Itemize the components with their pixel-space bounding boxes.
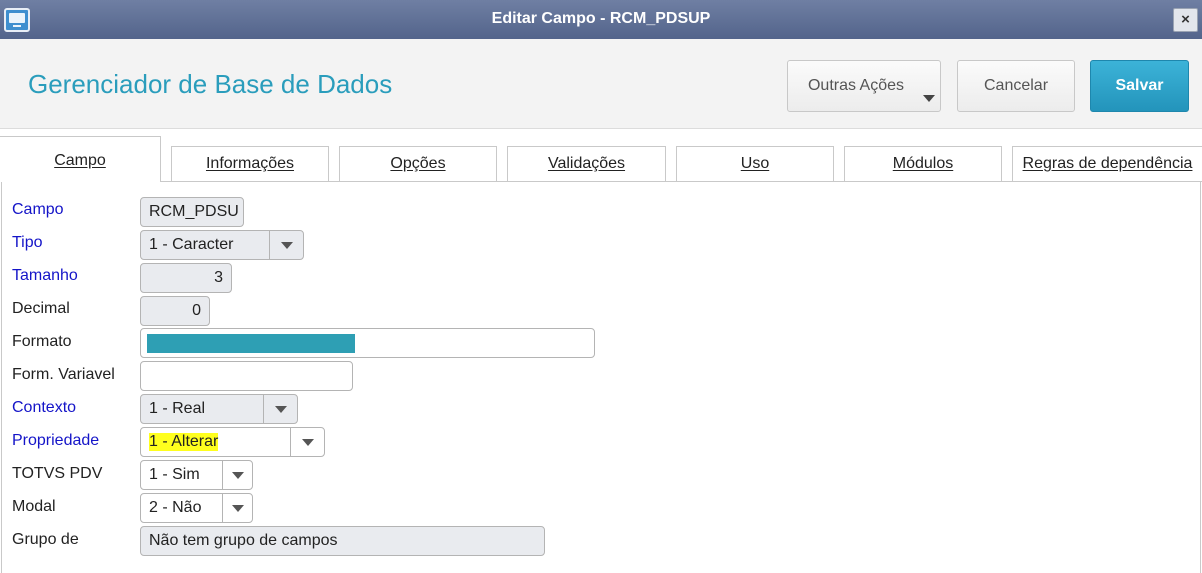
contexto-value: 1 - Real (149, 400, 206, 417)
tab-validacoes[interactable]: Validações (507, 146, 666, 182)
modal-dropdown-button[interactable] (222, 494, 252, 522)
form-variavel-label: Form. Variavel (12, 366, 115, 383)
campo-field[interactable]: RCM_PDSU (140, 197, 244, 227)
modal-select[interactable]: 2 - Não (140, 493, 253, 523)
close-button[interactable]: × (1173, 8, 1198, 32)
tipo-label: Tipo (12, 234, 43, 251)
tipo-value: 1 - Caracter (149, 236, 234, 253)
decimal-value: 0 (192, 302, 201, 319)
totvs-pdv-select[interactable]: 1 - Sim (140, 460, 253, 490)
propriedade-label: Propriedade (12, 432, 100, 449)
propriedade-dropdown-button[interactable] (290, 428, 324, 456)
tab-campo[interactable]: Campo (0, 136, 161, 182)
cancel-button[interactable]: Cancelar (957, 60, 1075, 112)
page-title: Gerenciador de Base de Dados (28, 69, 393, 99)
window-title: Editar Campo - RCM_PDSUP (491, 10, 711, 27)
tamanho-label: Tamanho (12, 267, 78, 284)
chevron-down-icon (231, 504, 244, 512)
totvs-pdv-label: TOTVS PDV (12, 465, 103, 482)
chevron-down-icon (280, 241, 293, 249)
propriedade-select[interactable]: 1 - Alterar (140, 427, 325, 457)
grupo-value: Não tem grupo de campos (149, 532, 338, 549)
modal-value: 2 - Não (149, 499, 202, 516)
tab-opcoes[interactable]: Opções (339, 146, 497, 182)
formato-redacted-value (147, 334, 355, 353)
outras-acoes-label: Outras Ações (807, 77, 905, 94)
grupo-label: Grupo de (12, 531, 79, 548)
chevron-down-icon (231, 471, 244, 479)
chevron-down-icon (923, 95, 935, 102)
header: Gerenciador de Base de Dados Outras Açõe… (0, 39, 1202, 129)
tamanho-value: 3 (214, 269, 223, 286)
tab-modulos[interactable]: Módulos (844, 146, 1002, 182)
formato-label: Formato (12, 333, 72, 350)
campo-panel: Campo RCM_PDSU Tipo 1 - Caracter Tamanho… (1, 181, 1201, 573)
campo-value: RCM_PDSU (149, 203, 239, 220)
tipo-dropdown-button[interactable] (269, 231, 303, 259)
save-button[interactable]: Salvar (1090, 60, 1189, 112)
totvs-pdv-dropdown-button[interactable] (222, 461, 252, 489)
decimal-field[interactable]: 0 (140, 296, 210, 326)
chevron-down-icon (301, 438, 314, 446)
formato-field[interactable] (140, 328, 595, 358)
contexto-dropdown-button[interactable] (263, 395, 297, 423)
chevron-down-icon (274, 405, 287, 413)
tab-uso[interactable]: Uso (676, 146, 834, 182)
propriedade-value: 1 - Alterar (149, 433, 219, 451)
tab-informacoes[interactable]: Informações (171, 146, 329, 182)
modal-label: Modal (12, 498, 56, 515)
tipo-select[interactable]: 1 - Caracter (140, 230, 304, 260)
contexto-label: Contexto (12, 399, 77, 416)
form-variavel-field[interactable] (140, 361, 353, 391)
tab-regras-de-dependencia[interactable]: Regras de dependência (1012, 146, 1202, 182)
totvs-pdv-value: 1 - Sim (149, 466, 200, 483)
contexto-select[interactable]: 1 - Real (140, 394, 298, 424)
decimal-label: Decimal (12, 300, 70, 317)
title-bar: Editar Campo - RCM_PDSUP × (0, 0, 1202, 39)
outras-acoes-button[interactable]: Outras Ações (787, 60, 941, 112)
grupo-field[interactable]: Não tem grupo de campos (140, 526, 545, 556)
tamanho-field[interactable]: 3 (140, 263, 232, 293)
campo-label: Campo (12, 201, 64, 218)
